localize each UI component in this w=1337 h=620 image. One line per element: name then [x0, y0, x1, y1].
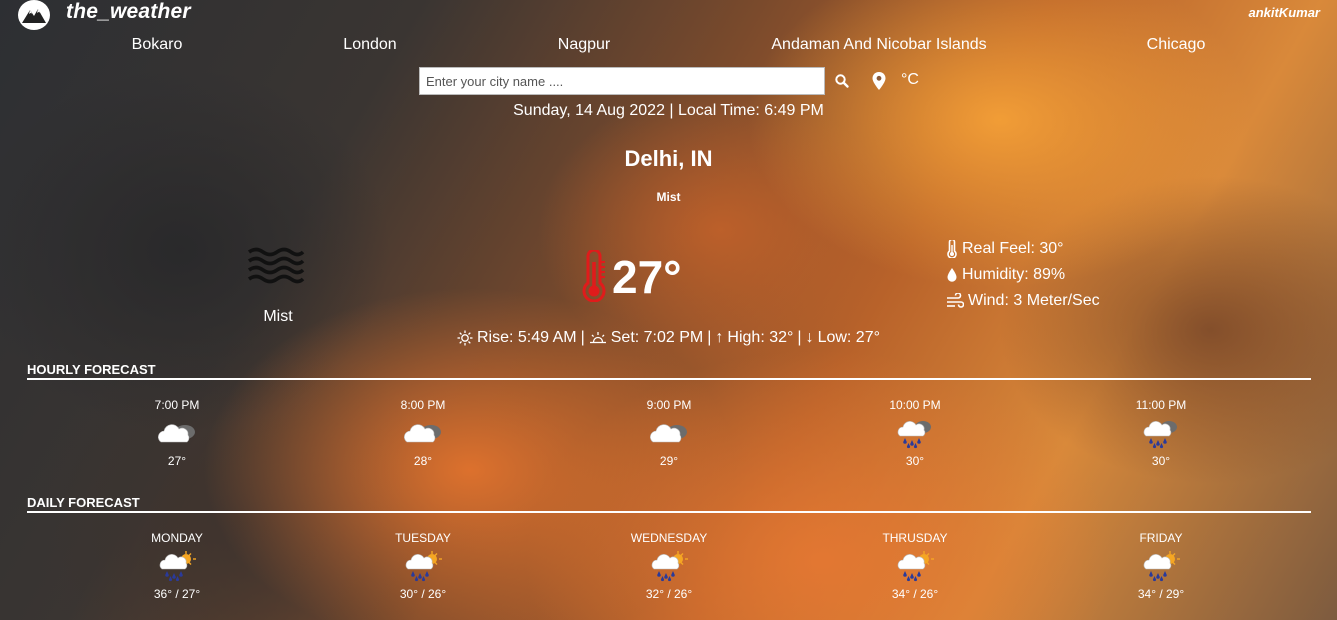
- daily-item: THRUSDAY 34° / 26°: [855, 530, 975, 602]
- city-link-bokaro[interactable]: Bokaro: [132, 36, 183, 54]
- daily-day: MONDAY: [151, 531, 203, 545]
- daily-temp-range: 36° / 27°: [153, 587, 201, 601]
- hourly-divider: [27, 378, 1311, 380]
- daily-day: FRIDAY: [1139, 531, 1183, 545]
- hourly-time: 11:00 PM: [1135, 398, 1187, 412]
- wind-text: Wind: 3 Meter/Sec: [968, 292, 1100, 309]
- city-link-andaman[interactable]: Andaman And Nicobar Islands: [771, 36, 986, 54]
- low-text: Low: 27°: [817, 329, 880, 346]
- separator: |: [580, 329, 585, 346]
- weather-condition: Mist: [656, 190, 681, 204]
- humidity-text: Humidity: 89%: [962, 266, 1066, 283]
- cloudy-icon: [117, 413, 237, 453]
- city-link-london[interactable]: London: [343, 36, 396, 54]
- hourly-item: 8:00 PM 28°: [363, 397, 483, 469]
- wind-icon: [947, 293, 964, 308]
- water-drop-icon: [947, 268, 957, 282]
- rain-cloud-icon: [1101, 413, 1221, 453]
- hourly-temp: 30°: [1151, 454, 1171, 468]
- hourly-temp: 30°: [905, 454, 925, 468]
- rain-cloud-icon: [855, 413, 975, 453]
- sunrise-text: Rise: 5:49 AM: [476, 329, 577, 346]
- hourly-time: 8:00 PM: [400, 398, 446, 412]
- real-feel-text: Real Feel: 30°: [962, 240, 1064, 257]
- wind-row: Wind: 3 Meter/Sec: [946, 292, 1100, 310]
- daily-forecast-title: DAILY FORECAST: [27, 495, 140, 510]
- separator: |: [707, 329, 712, 346]
- hourly-temp: 28°: [413, 454, 433, 468]
- daily-temp-range: 32° / 26°: [645, 587, 693, 601]
- hourly-time: 7:00 PM: [154, 398, 200, 412]
- search-icon[interactable]: [834, 73, 850, 94]
- high-text: High: 32°: [727, 329, 794, 346]
- unit-toggle-celsius[interactable]: °C: [901, 71, 919, 89]
- daily-day: TUESDAY: [395, 531, 451, 545]
- hourly-forecast-title: HOURLY FORECAST: [27, 362, 156, 377]
- arrow-down-icon: ↓: [805, 329, 814, 346]
- brand-title: the_weather: [66, 0, 191, 23]
- hourly-item: 7:00 PM 27°: [117, 397, 237, 469]
- current-temperature: 27°: [612, 251, 682, 303]
- daily-divider: [27, 511, 1311, 513]
- sunset-icon: [589, 332, 606, 344]
- daily-item: FRIDAY 34° / 29°: [1101, 530, 1221, 602]
- thermometer-icon: [578, 248, 610, 307]
- daily-day: WEDNESDAY: [630, 531, 708, 545]
- daily-item: WEDNESDAY 32° / 26°: [609, 530, 729, 602]
- hourly-time: 9:00 PM: [646, 398, 692, 412]
- daily-item: TUESDAY 30° / 26°: [363, 530, 483, 602]
- city-link-chicago[interactable]: Chicago: [1147, 36, 1206, 54]
- author-name: ankitKumar: [1248, 5, 1320, 20]
- sunset-text: Set: 7:02 PM: [610, 329, 704, 346]
- daily-temp-range: 34° / 29°: [1137, 587, 1185, 601]
- city-name: Delhi, IN: [624, 146, 713, 171]
- daily-day: THRUSDAY: [882, 531, 948, 545]
- thermometer-small-icon: [947, 240, 957, 258]
- hourly-time: 10:00 PM: [889, 398, 941, 412]
- rain-sun-icon: [117, 546, 237, 586]
- hourly-item: 10:00 PM 30°: [855, 397, 975, 469]
- cloudy-icon: [609, 413, 729, 453]
- sunrise-icon: [457, 330, 473, 346]
- hourly-item: 11:00 PM 30°: [1101, 397, 1221, 469]
- cloudy-icon: [363, 413, 483, 453]
- rain-sun-icon: [855, 546, 975, 586]
- location-pin-icon[interactable]: [871, 71, 887, 96]
- daily-item: MONDAY 36° / 27°: [117, 530, 237, 602]
- hourly-temp: 29°: [659, 454, 679, 468]
- separator: |: [797, 329, 802, 346]
- mist-icon: [246, 246, 306, 291]
- local-datetime: Sunday, 14 Aug 2022 | Local Time: 6:49 P…: [513, 102, 824, 119]
- hourly-item: 9:00 PM 29°: [609, 397, 729, 469]
- hourly-temp: 27°: [167, 454, 187, 468]
- mountain-logo-icon[interactable]: [18, 0, 50, 30]
- rain-sun-icon: [1101, 546, 1221, 586]
- condition-icon-label: Mist: [263, 308, 293, 325]
- humidity-row: Humidity: 89%: [946, 266, 1065, 284]
- rain-sun-icon: [363, 546, 483, 586]
- arrow-up-icon: ↑: [715, 329, 724, 346]
- daily-temp-range: 34° / 26°: [891, 587, 939, 601]
- real-feel-row: Real Feel: 30°: [946, 240, 1064, 258]
- search-input[interactable]: [419, 67, 825, 95]
- daily-temp-range: 30° / 26°: [399, 587, 447, 601]
- sun-info-row: Rise: 5:49 AM | Set: 7:02 PM | ↑ High: 3…: [0, 329, 1337, 347]
- city-link-nagpur[interactable]: Nagpur: [558, 36, 610, 54]
- rain-sun-icon: [609, 546, 729, 586]
